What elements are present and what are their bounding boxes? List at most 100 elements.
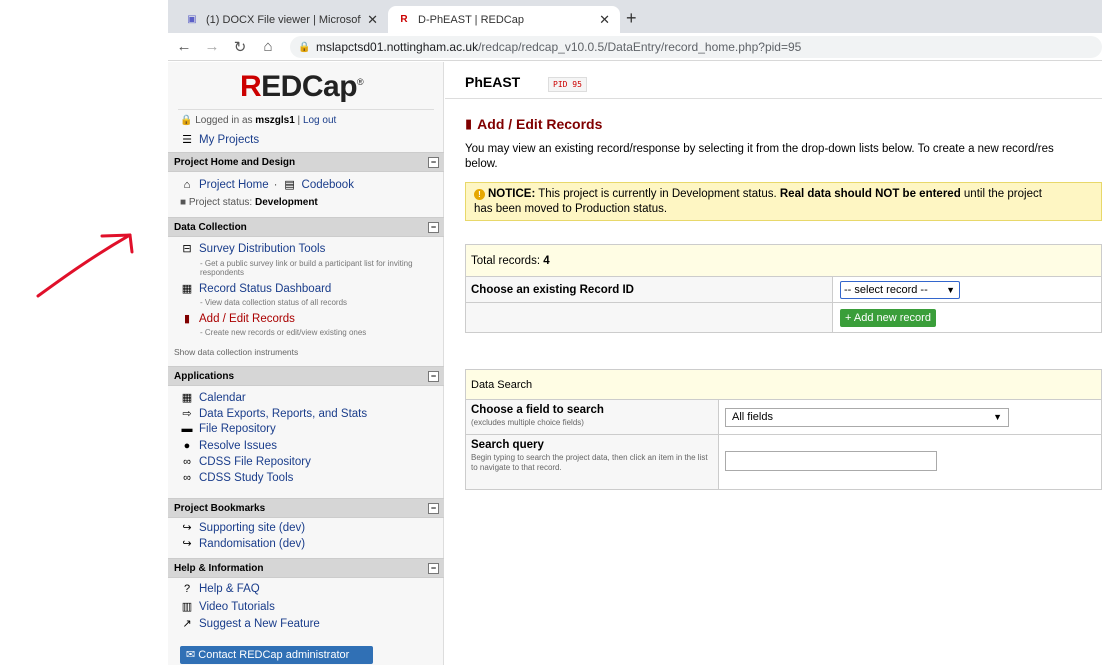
section-header-project-home: Project Home and Design − — [168, 152, 444, 172]
choose-record-label: Choose an existing Record ID — [465, 276, 833, 303]
envelope-icon: ✉ — [186, 649, 196, 661]
video-tutorials-link[interactable]: ▥ Video Tutorials — [180, 600, 275, 614]
data-search-table: Data Search Choose a field to search (ex… — [465, 369, 1102, 490]
calendar-icon: ▦ — [181, 392, 193, 404]
add-new-record-button[interactable]: + Add new record — [840, 308, 936, 327]
project-home-row: ⌂ Project Home · ▤ Codebook — [180, 178, 354, 192]
external-link-icon: ↪ — [182, 538, 192, 550]
url-host: mslapctsd01.nottingham.ac.uk — [316, 39, 479, 54]
bookmark-randomisation[interactable]: ↪ Randomisation (dev) — [180, 537, 305, 551]
comments-icon: ● — [183, 440, 191, 452]
development-notice: ! NOTICE: This project is currently in De… — [465, 182, 1102, 221]
forward-arrow-icon[interactable]: → — [200, 38, 224, 55]
record-status-dashboard-link[interactable]: ▦ Record Status Dashboard — [180, 282, 332, 296]
section-header-data-collection: Data Collection − — [168, 217, 444, 237]
data-search-header: Data Search — [465, 369, 1102, 400]
list-icon: ☰ — [182, 134, 192, 146]
collapse-icon[interactable]: − — [428, 563, 439, 574]
reload-icon[interactable]: ↻ — [228, 38, 252, 56]
browser-address-bar: ← → ↻ ⌂ 🔒 mslapctsd01.nottingham.ac.uk/r… — [168, 33, 1102, 61]
section-header-bookmarks: Project Bookmarks − — [168, 498, 444, 518]
collapse-icon[interactable]: − — [428, 371, 439, 382]
folder-icon: ▬ — [181, 423, 193, 435]
redcap-logo: REDCap® — [240, 70, 364, 103]
question-icon: ? — [183, 583, 191, 595]
new-tab-plus-icon[interactable]: + — [626, 8, 637, 29]
contact-admin-button[interactable]: ✉ Contact REDCap administrator — [180, 646, 373, 664]
collapse-icon[interactable]: − — [428, 157, 439, 168]
link-icon: ∞ — [183, 456, 191, 468]
teams-icon: ▣ — [187, 14, 197, 25]
share-icon: ↗ — [182, 618, 192, 630]
status-value: Development — [254, 197, 318, 208]
record-select-cell: -- select record -- ▼ — [832, 276, 1102, 303]
chevron-down-icon: ▼ — [993, 411, 1002, 422]
back-arrow-icon[interactable]: ← — [172, 38, 196, 55]
grid-icon: ▦ — [181, 283, 193, 295]
add-record-cell: + Add new record — [832, 302, 1102, 333]
field-select[interactable]: All fields ▼ — [725, 407, 1009, 427]
survey-distribution-description: - Get a public survey link or build a pa… — [200, 259, 413, 277]
square-icon: ■ — [180, 197, 187, 208]
bookmark-supporting-site[interactable]: ↪ Supporting site (dev) — [180, 521, 305, 535]
suggest-feature-link[interactable]: ↗ Suggest a New Feature — [180, 617, 319, 631]
book-icon: ▤ — [284, 179, 295, 191]
divider — [178, 109, 434, 110]
project-home-link[interactable]: Project Home — [199, 179, 269, 191]
project-status: ■ Project status: Development — [180, 197, 318, 208]
codebook-link[interactable]: Codebook — [302, 179, 354, 191]
table-row: Choose a field to search (excludes multi… — [465, 399, 1102, 435]
pid-badge: PID 95 — [548, 77, 587, 92]
browser-tab-redcap[interactable]: R D-PhEAST | REDCap ✕ — [388, 6, 620, 33]
chevron-down-icon: ▼ — [946, 284, 955, 295]
add-edit-records-link[interactable]: ▮ Add / Edit Records — [180, 312, 295, 326]
page-title: ▮ Add / Edit Records — [465, 116, 603, 132]
section-header-applications: Applications − — [168, 366, 444, 386]
field-select-cell: All fields ▼ — [718, 399, 1102, 435]
cdss-study-tools-link[interactable]: ∞ CDSS Study Tools — [180, 472, 293, 484]
browser-tab-strip: ▣ (1) DOCX File viewer | Microsoft ✕ R D… — [168, 0, 1102, 33]
intro-text: You may view an existing record/response… — [465, 143, 1054, 170]
file-icon: ▮ — [183, 313, 191, 325]
main-content: PhEAST PID 95 ▮ Add / Edit Records You m… — [445, 62, 1102, 665]
table-row: Search query Begin typing to search the … — [465, 434, 1102, 490]
tab-title: (1) DOCX File viewer | Microsoft — [206, 13, 362, 26]
search-query-label-cell: Search query Begin typing to search the … — [465, 434, 719, 490]
collapse-icon[interactable]: − — [428, 222, 439, 233]
home-icon: ⌂ — [183, 178, 191, 191]
survey-distribution-tools-link[interactable]: ⊟ Survey Distribution Tools — [180, 242, 325, 256]
records-table: Total records: 4 Choose an existing Reco… — [465, 244, 1102, 333]
red-annotation-arrow — [36, 233, 134, 298]
close-icon[interactable]: ✕ — [367, 12, 378, 28]
project-title: PhEAST — [465, 74, 521, 90]
records-header-row: Total records: 4 — [465, 244, 1102, 277]
data-exports-link[interactable]: ⇨ Data Exports, Reports, and Stats — [180, 407, 367, 421]
file-repository-link[interactable]: ▬ File Repository — [180, 423, 276, 435]
blank-cell — [465, 302, 833, 333]
browser-tab-docx-viewer[interactable]: ▣ (1) DOCX File viewer | Microsoft ✕ — [176, 6, 388, 33]
username: mszgls1 — [255, 115, 295, 126]
search-query-input[interactable] — [725, 450, 937, 471]
help-faq-link[interactable]: ? Help & FAQ — [180, 583, 260, 595]
record-select[interactable]: -- select record -- ▼ — [840, 280, 960, 299]
home-icon[interactable]: ⌂ — [256, 38, 280, 55]
record-status-description: - View data collection status of all rec… — [200, 298, 348, 307]
cdss-file-repository-link[interactable]: ∞ CDSS File Repository — [180, 456, 311, 468]
lock-icon: 🔒 — [298, 41, 311, 53]
collapse-icon[interactable]: − — [428, 503, 439, 514]
login-info: 🔒 Logged in as mszgls1 | Log out — [180, 115, 337, 126]
table-row: Choose an existing Record ID -- select r… — [465, 276, 1102, 303]
url-field[interactable]: 🔒 mslapctsd01.nottingham.ac.uk/redcap/re… — [290, 35, 1102, 58]
sidebar: REDCap® 🔒 Logged in as mszgls1 | Log out… — [168, 62, 444, 665]
plus-icon: + — [845, 311, 852, 324]
calendar-link[interactable]: ▦ Calendar — [180, 391, 246, 405]
resolve-issues-link[interactable]: ● Resolve Issues — [180, 440, 277, 452]
search-query-cell — [718, 434, 1102, 490]
field-search-label-cell: Choose a field to search (excludes multi… — [465, 399, 719, 435]
my-projects-link[interactable]: ☰ My Projects — [180, 133, 259, 147]
logout-link[interactable]: Log out — [303, 115, 336, 126]
show-instruments-link[interactable]: Show data collection instruments — [174, 347, 298, 357]
close-icon[interactable]: ✕ — [599, 12, 610, 28]
tab-title: D-PhEAST | REDCap — [418, 13, 524, 26]
file-icon: ▮ — [465, 116, 473, 131]
